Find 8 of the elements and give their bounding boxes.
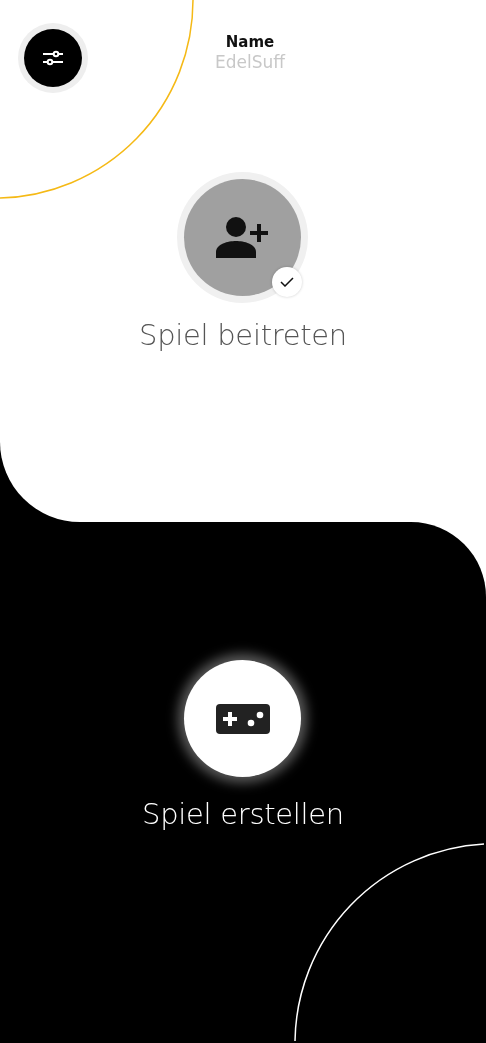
action-label: Spiel erstellen <box>142 797 344 831</box>
create-game-button[interactable] <box>184 660 302 777</box>
action-label: Spiel beitreten <box>139 318 347 352</box>
sliders-icon <box>42 49 64 67</box>
name-label: Name <box>225 33 275 51</box>
add-person-icon <box>216 215 270 260</box>
check-icon <box>280 277 295 287</box>
gamepad-icon <box>216 703 270 734</box>
